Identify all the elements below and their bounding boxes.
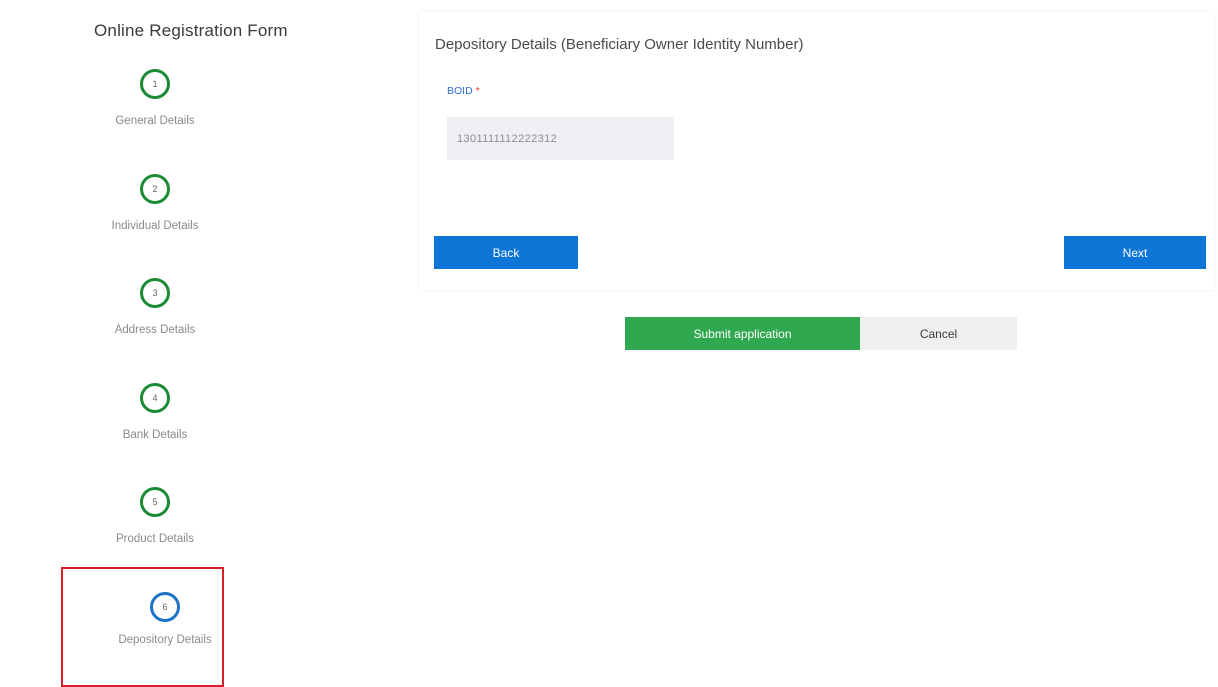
card-title: Depository Details (Beneficiary Owner Id… xyxy=(435,36,804,53)
boid-label-text: BOID xyxy=(447,85,473,97)
step-1-circle-icon: 1 xyxy=(140,69,170,99)
step-5-circle-icon: 5 xyxy=(140,487,170,517)
step-label: General Details xyxy=(115,115,195,127)
step-individual-details[interactable]: 2 Individual Details xyxy=(85,174,225,234)
required-marker: * xyxy=(475,85,480,97)
step-label: Depository Details xyxy=(118,634,212,646)
next-button[interactable]: Next xyxy=(1064,236,1206,269)
step-4-circle-icon: 4 xyxy=(140,383,170,413)
step-6-circle-icon: 6 xyxy=(150,592,180,622)
step-label: Individual Details xyxy=(111,220,199,232)
boid-input[interactable] xyxy=(447,117,674,160)
cancel-button[interactable]: Cancel xyxy=(860,317,1017,350)
depository-details-card: Depository Details (Beneficiary Owner Id… xyxy=(419,12,1215,290)
step-label: Product Details xyxy=(116,533,194,545)
step-general-details[interactable]: 1 General Details xyxy=(85,69,225,129)
sidebar-title: Online Registration Form xyxy=(94,21,288,40)
step-depository-details[interactable]: 6 Depository Details xyxy=(115,592,215,648)
step-address-details[interactable]: 3 Address Details xyxy=(85,278,225,338)
step-3-circle-icon: 3 xyxy=(140,278,170,308)
submit-application-button[interactable]: Submit application xyxy=(625,317,860,350)
step-bank-details[interactable]: 4 Bank Details xyxy=(85,383,225,443)
back-button[interactable]: Back xyxy=(434,236,578,269)
step-2-circle-icon: 2 xyxy=(140,174,170,204)
step-label: Bank Details xyxy=(122,429,188,441)
step-label: Address Details xyxy=(114,324,196,336)
step-product-details[interactable]: 5 Product Details xyxy=(85,487,225,547)
boid-label: BOID * xyxy=(447,85,480,97)
registration-steps-sidebar: Online Registration Form 1 General Detai… xyxy=(0,0,330,687)
